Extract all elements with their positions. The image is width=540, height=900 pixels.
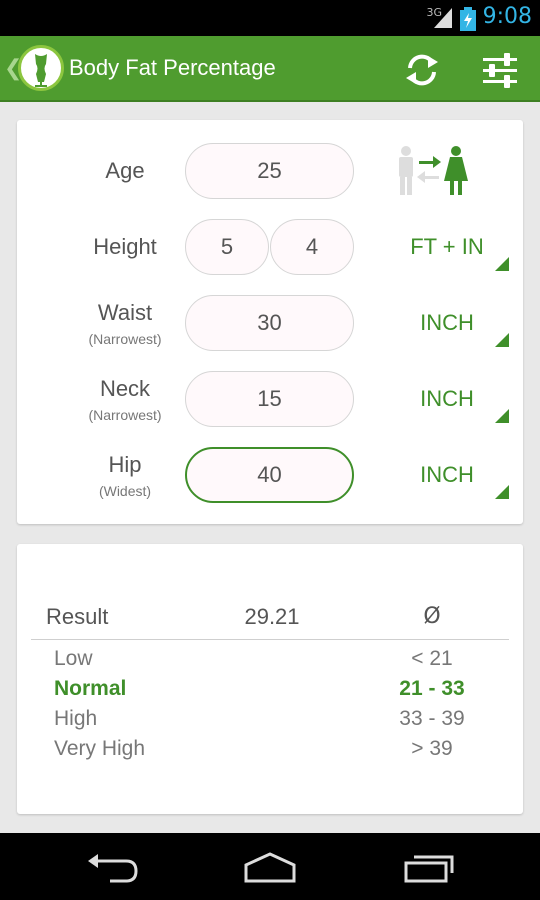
dropdown-corner-icon <box>495 409 509 423</box>
neck-field[interactable]: 15 <box>185 371 354 427</box>
refresh-icon[interactable] <box>402 50 442 90</box>
neck-label: Neck <box>99 376 151 401</box>
range-value-very-high: > 39 <box>411 737 453 760</box>
measurement-card: Age 25 Height 5 4 FT + IN Waist (Narrowe… <box>17 120 523 524</box>
status-bar: 3G 9:08 <box>0 0 540 36</box>
range-value-high: 33 - 39 <box>399 707 465 730</box>
recent-apps-icon[interactable] <box>398 851 458 883</box>
waist-field[interactable]: 30 <box>185 295 354 351</box>
hip-sublabel: (Widest) <box>98 483 152 499</box>
app-logo-icon[interactable] <box>18 45 64 91</box>
page-title: Body Fat Percentage <box>69 55 276 80</box>
range-value-low: < 21 <box>411 647 453 670</box>
settings-sliders-icon[interactable] <box>480 50 520 90</box>
hip-label: Hip <box>108 452 142 477</box>
navigation-bar <box>0 833 540 900</box>
range-name-low: Low <box>54 647 93 670</box>
dropdown-corner-icon <box>495 257 509 271</box>
range-value-normal: 21 - 33 <box>399 677 465 700</box>
divider <box>31 639 509 640</box>
age-field[interactable]: 25 <box>185 143 354 199</box>
height-inches-field[interactable]: 4 <box>270 219 354 275</box>
result-card: Result 29.21 Ø Low < 21 Normal 21 - 33 H… <box>17 544 523 814</box>
dropdown-corner-icon <box>495 485 509 499</box>
clock: 9:08 <box>482 4 532 29</box>
gender-switch-icon[interactable] <box>395 145 475 197</box>
action-bar: ❮ Body Fat Percentage <box>0 36 540 102</box>
height-feet-field[interactable]: 5 <box>185 219 269 275</box>
height-label: Height <box>93 234 157 259</box>
range-name-high: High <box>54 707 98 730</box>
hip-field[interactable]: 40 <box>185 447 354 503</box>
battery-icon <box>460 7 476 31</box>
dropdown-corner-icon <box>495 333 509 347</box>
result-symbol: Ø <box>423 604 441 629</box>
waist-sublabel: (Narrowest) <box>88 331 162 347</box>
range-name-very-high: Very High <box>54 737 146 760</box>
result-label: Result <box>46 604 109 629</box>
home-icon[interactable] <box>240 851 300 883</box>
range-name-normal: Normal <box>54 677 127 700</box>
back-icon[interactable] <box>82 851 142 883</box>
age-label: Age <box>105 158 145 183</box>
neck-sublabel: (Narrowest) <box>88 407 162 423</box>
waist-label: Waist <box>97 300 153 325</box>
signal-icon <box>434 8 452 28</box>
result-value: 29.21 <box>244 604 300 629</box>
